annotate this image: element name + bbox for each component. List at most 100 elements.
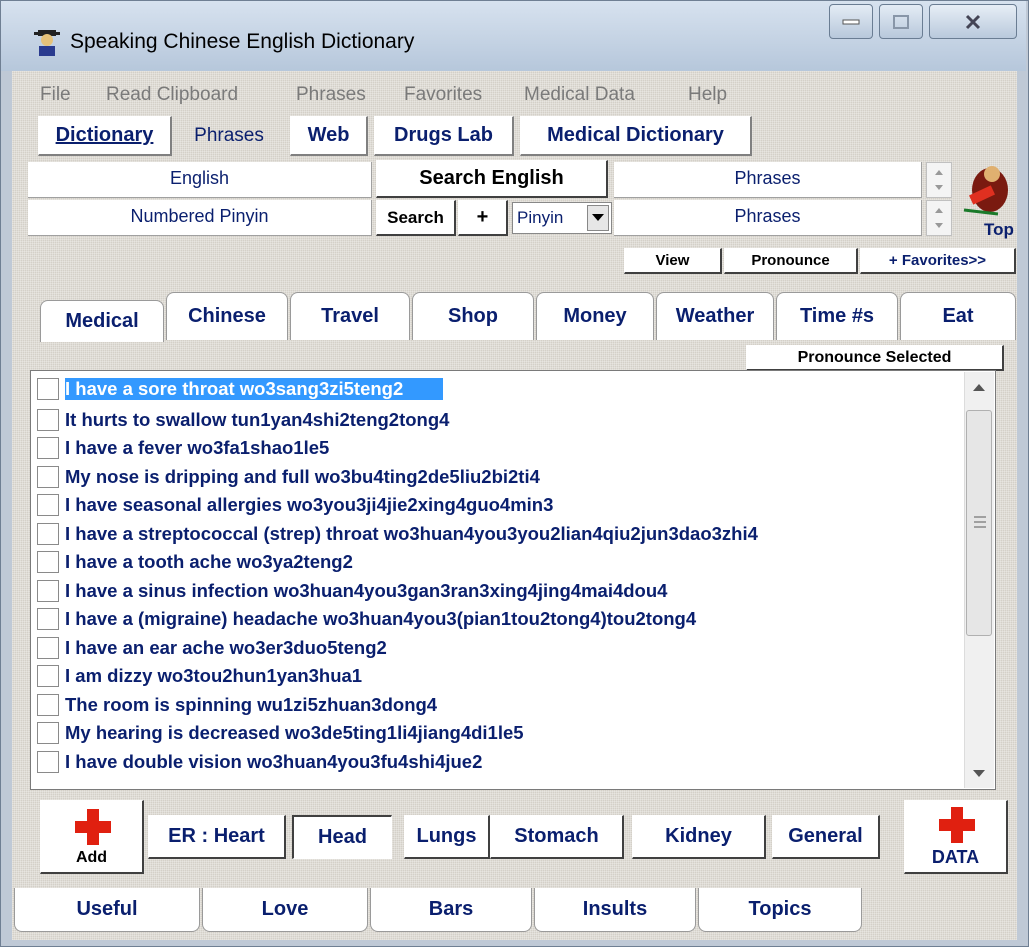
phrase-text: My hearing is decreased wo3de5ting1li4ji… bbox=[65, 721, 524, 743]
checkbox[interactable] bbox=[37, 693, 59, 716]
list-item[interactable]: My hearing is decreased wo3de5ting1li4ji… bbox=[37, 717, 962, 748]
result-field-1[interactable]: Phrases bbox=[614, 162, 922, 198]
list-item[interactable]: It hurts to swallow tun1yan4shi2teng2ton… bbox=[37, 404, 962, 435]
chevron-down-icon[interactable] bbox=[587, 205, 609, 231]
favorites-button[interactable]: + Favorites>> bbox=[860, 248, 1016, 274]
phrase-text: I have a sinus infection wo3huan4you3gan… bbox=[65, 579, 668, 601]
nav-dictionary[interactable]: Dictionary bbox=[38, 116, 172, 156]
checkbox[interactable] bbox=[37, 636, 59, 659]
category-general[interactable]: General bbox=[772, 815, 880, 859]
checkbox[interactable] bbox=[37, 408, 59, 431]
close-button[interactable] bbox=[929, 4, 1017, 39]
maximize-icon bbox=[893, 14, 909, 29]
tab-medical[interactable]: Medical bbox=[40, 300, 164, 342]
tab-chinese[interactable]: Chinese bbox=[166, 292, 288, 340]
checkbox[interactable] bbox=[37, 750, 59, 773]
view-button[interactable]: View bbox=[624, 248, 722, 274]
plus-button[interactable]: + bbox=[458, 200, 508, 236]
search-english-button[interactable]: Search English bbox=[376, 160, 608, 198]
phrase-text: I have a fever wo3fa1shao1le5 bbox=[65, 436, 330, 458]
result-2-spinner[interactable] bbox=[926, 200, 952, 236]
result-field-2[interactable]: Phrases bbox=[614, 200, 922, 236]
nav-drugs-lab[interactable]: Drugs Lab bbox=[374, 116, 514, 156]
tab-eat[interactable]: Eat bbox=[900, 292, 1016, 340]
scroll-thumb[interactable] bbox=[966, 410, 992, 636]
scroll-up-icon[interactable] bbox=[973, 384, 985, 392]
list-item[interactable]: The room is spinning wu1zi5zhuan3dong4 bbox=[37, 689, 962, 720]
menu-favorites[interactable]: Favorites bbox=[404, 84, 482, 106]
phrase-text: I have a sore throat wo3sang3zi5teng2 bbox=[65, 377, 444, 400]
add-button[interactable]: Add bbox=[40, 800, 144, 874]
minimize-button[interactable] bbox=[829, 4, 873, 39]
list-item-selected[interactable]: I have a sore throat wo3sang3zi5teng2 bbox=[37, 373, 962, 404]
nav-web[interactable]: Web bbox=[290, 116, 368, 156]
data-button[interactable]: DATA bbox=[904, 800, 1008, 874]
nav-phrases[interactable]: Phrases bbox=[172, 116, 286, 156]
tab-insults[interactable]: Insults bbox=[534, 888, 696, 932]
result-1-spinner[interactable] bbox=[926, 162, 952, 198]
checkbox[interactable] bbox=[37, 377, 59, 400]
list-item[interactable]: I have an ear ache wo3er3duo5teng2 bbox=[37, 632, 962, 663]
add-label: Add bbox=[75, 849, 108, 866]
pinyin-field[interactable]: Numbered Pinyin bbox=[28, 200, 372, 236]
top-button[interactable]: Top bbox=[958, 160, 1016, 242]
checkbox[interactable] bbox=[37, 493, 59, 516]
phrase-text: The room is spinning wu1zi5zhuan3dong4 bbox=[65, 693, 438, 715]
category-kidney[interactable]: Kidney bbox=[632, 815, 766, 859]
checkbox[interactable] bbox=[37, 721, 59, 744]
checkbox[interactable] bbox=[37, 550, 59, 573]
menu-medical-data[interactable]: Medical Data bbox=[524, 84, 635, 106]
menu-read-clipboard[interactable]: Read Clipboard bbox=[106, 84, 238, 106]
list-item[interactable]: I have a fever wo3fa1shao1le5 bbox=[37, 432, 962, 463]
phrase-text: I have a streptococcal (strep) throat wo… bbox=[65, 522, 758, 544]
category-head[interactable]: Head bbox=[292, 815, 392, 859]
tab-shop[interactable]: Shop bbox=[412, 292, 534, 340]
phrase-text: I have seasonal allergies wo3you3ji4jie2… bbox=[65, 493, 554, 515]
checkbox[interactable] bbox=[37, 522, 59, 545]
tab-travel[interactable]: Travel bbox=[290, 292, 410, 340]
list-item[interactable]: I have double vision wo3huan4you3fu4shi4… bbox=[37, 746, 962, 777]
pronounce-selected-button[interactable]: Pronounce Selected bbox=[746, 345, 1004, 371]
list-item[interactable]: I have a streptococcal (strep) throat wo… bbox=[37, 518, 962, 549]
window-title: Speaking Chinese English Dictionary bbox=[70, 30, 415, 53]
tab-weather[interactable]: Weather bbox=[656, 292, 774, 340]
category-stomach[interactable]: Stomach bbox=[490, 815, 624, 859]
checkbox[interactable] bbox=[37, 607, 59, 630]
tab-love[interactable]: Love bbox=[202, 888, 368, 932]
pinyin-dropdown[interactable]: Pinyin bbox=[512, 202, 612, 234]
speaker-figure-icon bbox=[963, 166, 1008, 216]
phrase-text: I have double vision wo3huan4you3fu4shi4… bbox=[65, 750, 483, 772]
list-item[interactable]: I am dizzy wo3tou2hun1yan3hua1 bbox=[37, 660, 962, 691]
phrase-text: I am dizzy wo3tou2hun1yan3hua1 bbox=[65, 664, 363, 686]
tab-topics[interactable]: Topics bbox=[698, 888, 862, 932]
list-item[interactable]: I have seasonal allergies wo3you3ji4jie2… bbox=[37, 489, 962, 520]
list-item[interactable]: I have a (migraine) headache wo3huan4you… bbox=[37, 603, 962, 634]
pinyin-dropdown-value: Pinyin bbox=[517, 208, 564, 227]
tab-money[interactable]: Money bbox=[536, 292, 654, 340]
checkbox[interactable] bbox=[37, 664, 59, 687]
list-item[interactable]: I have a tooth ache wo3ya2teng2 bbox=[37, 546, 962, 577]
menu-file[interactable]: File bbox=[40, 84, 71, 106]
english-field[interactable]: English bbox=[28, 162, 372, 198]
tab-useful[interactable]: Useful bbox=[14, 888, 200, 932]
menu-help[interactable]: Help bbox=[688, 84, 727, 106]
checkbox[interactable] bbox=[37, 436, 59, 459]
close-icon bbox=[965, 14, 981, 29]
tab-time-numbers[interactable]: Time #s bbox=[776, 292, 898, 340]
tab-bars[interactable]: Bars bbox=[370, 888, 532, 932]
phrase-list[interactable]: I have a sore throat wo3sang3zi5teng2 It… bbox=[30, 370, 996, 790]
checkbox[interactable] bbox=[37, 579, 59, 602]
data-label: DATA bbox=[931, 847, 980, 867]
checkbox[interactable] bbox=[37, 465, 59, 488]
nav-medical-dictionary[interactable]: Medical Dictionary bbox=[520, 116, 752, 156]
search-button[interactable]: Search bbox=[376, 200, 456, 236]
category-er-heart[interactable]: ER : Heart bbox=[148, 815, 286, 859]
maximize-button[interactable] bbox=[879, 4, 923, 39]
menu-phrases[interactable]: Phrases bbox=[296, 84, 366, 106]
scroll-down-icon[interactable] bbox=[973, 770, 985, 778]
phrase-text: My nose is dripping and full wo3bu4ting2… bbox=[65, 465, 540, 487]
list-item[interactable]: I have a sinus infection wo3huan4you3gan… bbox=[37, 575, 962, 606]
pronounce-button[interactable]: Pronounce bbox=[724, 248, 858, 274]
category-lungs[interactable]: Lungs bbox=[404, 815, 490, 859]
list-item[interactable]: My nose is dripping and full wo3bu4ting2… bbox=[37, 461, 962, 492]
